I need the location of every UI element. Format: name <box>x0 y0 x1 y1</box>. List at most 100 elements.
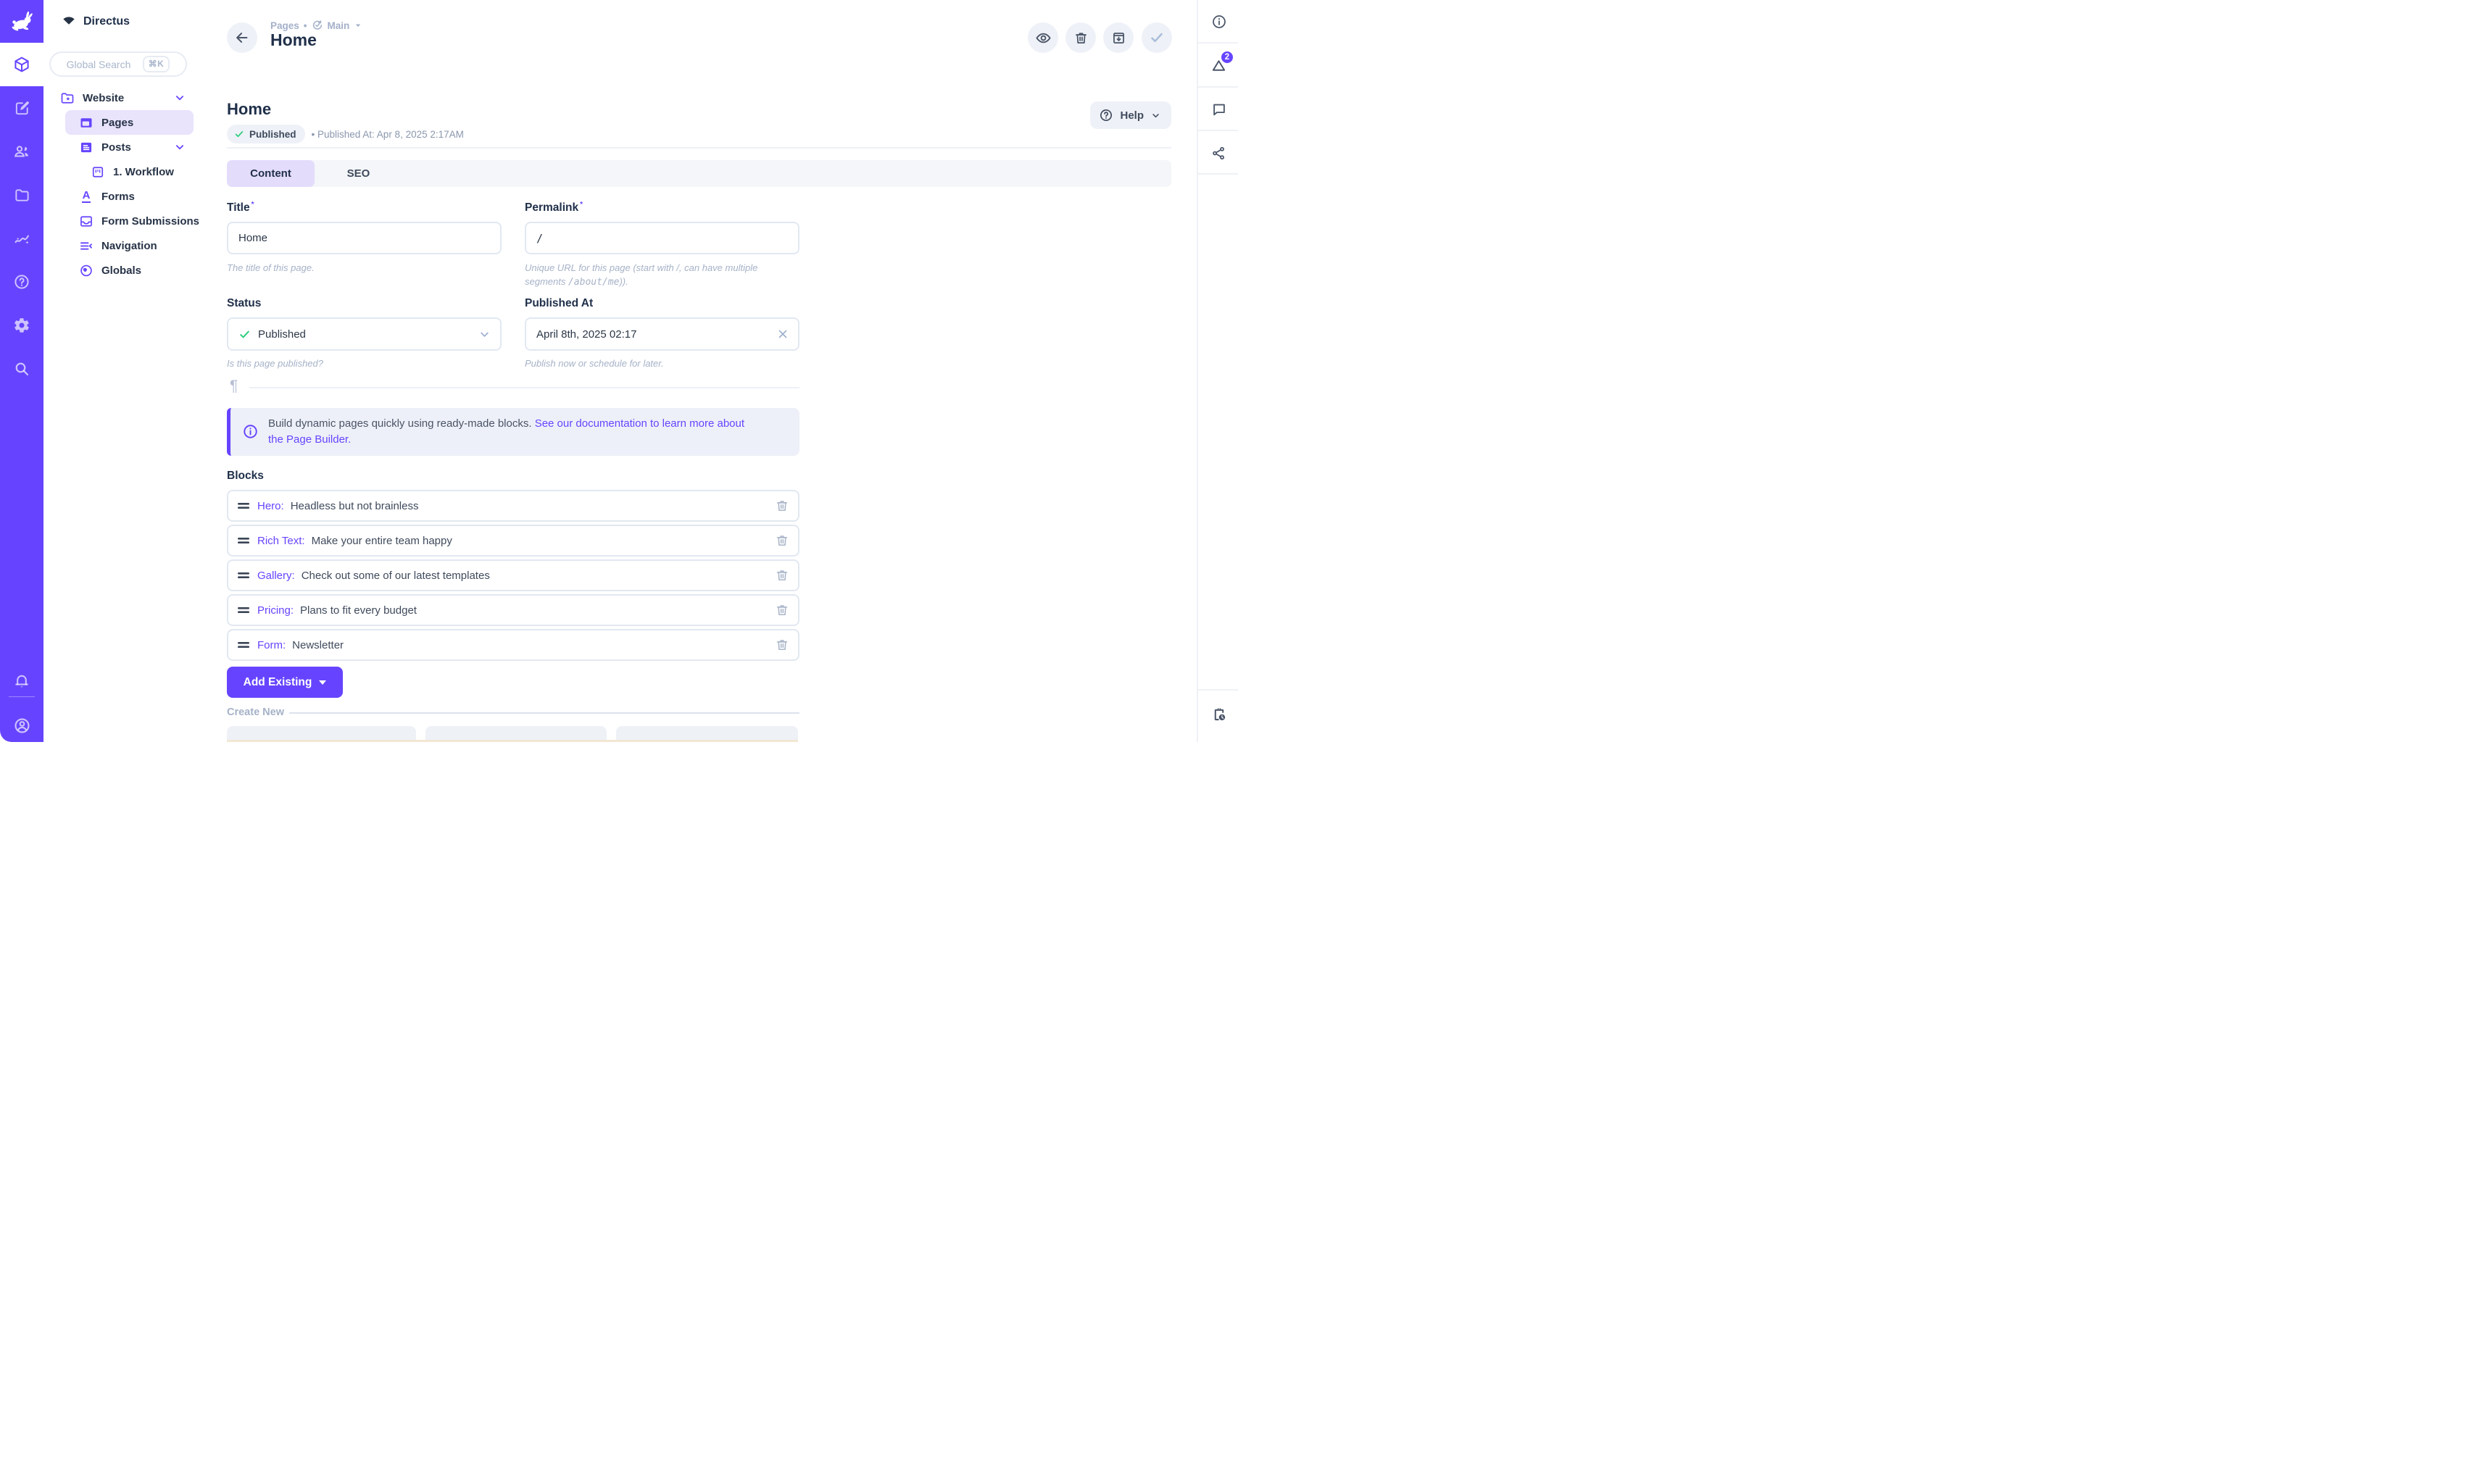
trash-icon[interactable] <box>775 568 789 583</box>
global-search[interactable]: ⌘K <box>49 51 187 77</box>
block-row-pricing[interactable]: Pricing: Plans to fit every budget <box>227 594 799 626</box>
help-icon <box>13 273 30 291</box>
sidebar-item-website[interactable]: Website <box>43 86 201 110</box>
create-new-label: Create New <box>227 706 284 718</box>
comment-icon <box>1211 101 1227 117</box>
bell-icon <box>13 672 30 690</box>
check-icon <box>234 129 244 139</box>
folder-icon <box>14 187 30 204</box>
module-help[interactable] <box>0 260 43 304</box>
menu-open-icon <box>79 238 94 254</box>
article-icon <box>79 140 94 155</box>
add-existing-label: Add Existing <box>244 676 312 689</box>
cube-icon <box>13 56 30 73</box>
pages-icon <box>79 115 94 130</box>
text-field-icon: A <box>79 190 94 203</box>
status-value: Published <box>258 328 306 341</box>
module-editor[interactable] <box>0 86 43 130</box>
block-row-gallery[interactable]: Gallery: Check out some of our latest te… <box>227 559 799 591</box>
status-meta-row: Published • Published At: Apr 8, 2025 2:… <box>227 125 464 143</box>
status-badge: Published <box>227 125 305 143</box>
pending-actions-button[interactable] <box>1198 693 1238 736</box>
block-type: Pricing: <box>257 604 294 617</box>
project-name: Directus <box>83 15 130 28</box>
drag-handle-icon[interactable] <box>238 606 251 614</box>
permalink-field[interactable] <box>525 222 799 254</box>
sidebar-item-posts[interactable]: Posts <box>43 135 201 159</box>
clear-icon[interactable] <box>776 328 789 341</box>
sidebar-item-label: Website <box>83 92 124 104</box>
chevron-down-icon[interactable] <box>173 91 186 104</box>
title-field[interactable] <box>227 222 502 254</box>
permalink-helper: Unique URL for this page (start with /, … <box>525 261 794 289</box>
sidebar-item-pages[interactable]: Pages <box>65 110 194 135</box>
info-icon <box>242 423 259 440</box>
project-logo-icon <box>62 14 76 29</box>
add-existing-button[interactable]: Add Existing <box>227 667 343 698</box>
drag-handle-icon[interactable] <box>238 536 251 545</box>
drag-handle-icon[interactable] <box>238 501 251 510</box>
trash-icon[interactable] <box>775 533 789 548</box>
block-row-rich-text[interactable]: Rich Text: Make your entire team happy <box>227 525 799 556</box>
revisions-panel-button[interactable] <box>1198 43 1238 87</box>
module-files[interactable] <box>0 173 43 217</box>
comments-panel-button[interactable] <box>1198 88 1238 131</box>
required-asterisk: * <box>580 201 583 209</box>
sidebar-item-label: 1. Workflow <box>113 166 174 178</box>
block-row-form[interactable]: Form: Newsletter <box>227 629 799 661</box>
sidebar-item-label: Navigation <box>101 240 157 252</box>
permalink-label: Permalink* <box>525 201 583 214</box>
rail-divider <box>1198 689 1238 691</box>
title-helper: The title of this page. <box>227 261 495 275</box>
share-panel-button[interactable] <box>1198 131 1238 175</box>
sidebar-item-forms[interactable]: A Forms <box>43 184 201 209</box>
sidebar-item-navigation[interactable]: Navigation <box>43 233 201 258</box>
block-title: Plans to fit every budget <box>300 604 417 617</box>
module-settings[interactable] <box>0 304 43 347</box>
global-search-input[interactable] <box>67 59 136 70</box>
help-circle-icon <box>1099 108 1113 122</box>
block-type: Gallery: <box>257 570 295 582</box>
status-helper: Is this page published? <box>227 357 495 370</box>
module-search[interactable] <box>0 347 43 391</box>
sidebar-item-globals[interactable]: Globals <box>43 258 201 283</box>
user-menu-button[interactable] <box>0 704 43 742</box>
tab-seo[interactable]: SEO <box>315 160 402 187</box>
help-label: Help <box>1120 109 1144 122</box>
module-bar <box>0 0 43 742</box>
block-row-hero[interactable]: Hero: Headless but not brainless <box>227 490 799 522</box>
help-button[interactable]: Help <box>1090 101 1171 129</box>
check-icon <box>238 328 251 341</box>
create-new-divider <box>289 712 799 714</box>
info-panel-button[interactable] <box>1198 0 1238 43</box>
published-at-field[interactable]: April 8th, 2025 02:17 <box>525 317 799 351</box>
dropdown-arrow-icon <box>319 680 326 685</box>
drag-handle-icon[interactable] <box>238 641 251 649</box>
rabbit-icon <box>8 8 36 36</box>
gear-icon <box>13 317 30 334</box>
module-insights[interactable] <box>0 217 43 260</box>
module-content[interactable] <box>0 43 43 86</box>
published-at-meta: • Published At: Apr 8, 2025 2:17AM <box>312 129 464 140</box>
search-icon <box>13 360 30 378</box>
trash-icon[interactable] <box>775 603 789 617</box>
trash-icon[interactable] <box>775 638 789 652</box>
app-window: Directus ⌘K Website Pages <box>0 0 1238 742</box>
block-title: Newsletter <box>292 639 344 651</box>
required-asterisk: * <box>252 201 254 209</box>
kanban-icon <box>91 164 105 180</box>
sidebar-item-label: Posts <box>101 141 131 154</box>
drag-handle-icon[interactable] <box>238 571 251 580</box>
directus-logo[interactable] <box>0 0 43 43</box>
chevron-down-icon[interactable] <box>173 141 186 154</box>
module-users[interactable] <box>0 130 43 173</box>
sidebar-item-form-submissions[interactable]: Form Submissions <box>43 209 201 233</box>
status-select[interactable]: Published <box>227 317 502 351</box>
tab-content[interactable]: Content <box>227 160 315 187</box>
trash-icon[interactable] <box>775 499 789 513</box>
sidebar-item-workflow[interactable]: 1. Workflow <box>43 159 201 184</box>
project-header[interactable]: Directus <box>43 0 201 43</box>
sidebar-divider <box>9 696 35 697</box>
sidebar-item-label: Form Submissions <box>101 215 199 228</box>
item-heading: Home <box>227 100 271 119</box>
